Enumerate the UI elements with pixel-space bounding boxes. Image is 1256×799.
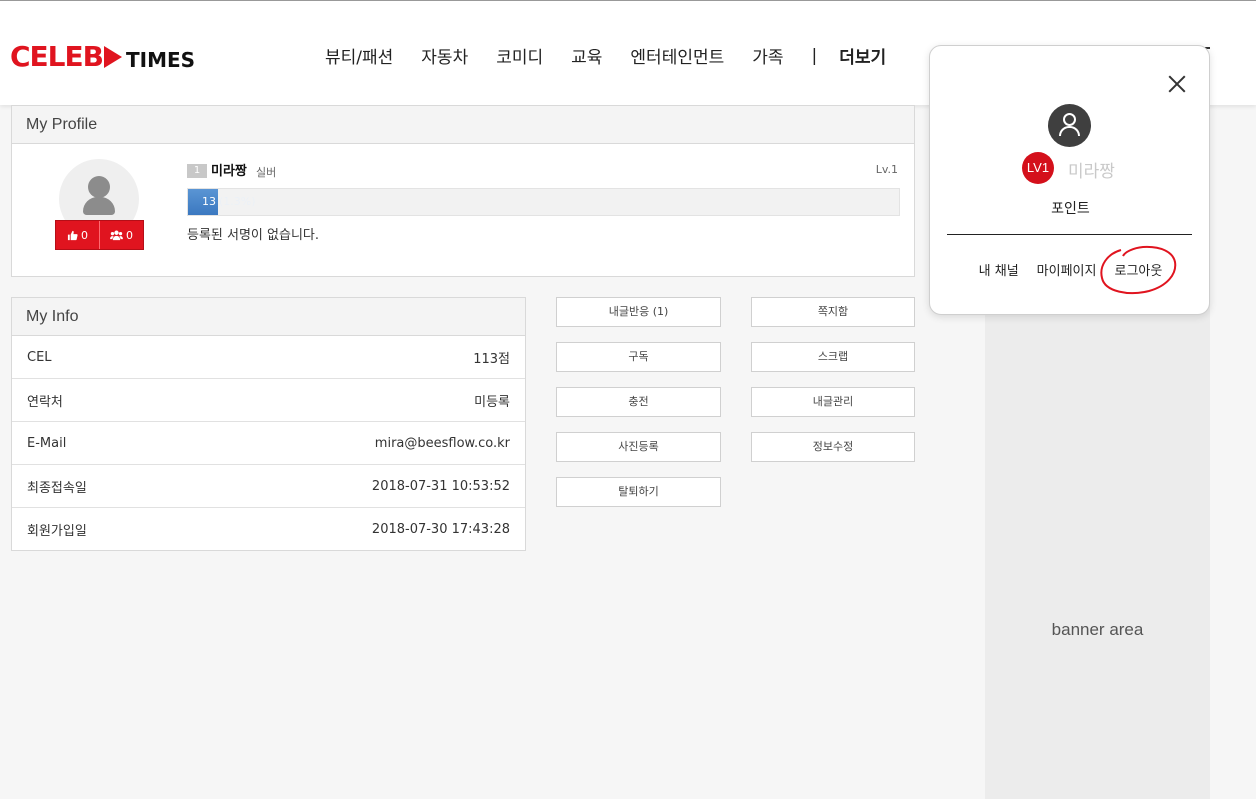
info-value: 113점 — [473, 351, 510, 367]
info-label: E-Mail — [27, 435, 67, 451]
photo-register-button[interactable]: 사진등록 — [556, 432, 721, 462]
edit-info-button[interactable]: 정보수정 — [751, 432, 915, 462]
my-channel-link[interactable]: 내 채널 — [979, 260, 1019, 279]
info-label: 회원가입일 — [27, 524, 87, 539]
nav-car[interactable]: 자동차 — [421, 43, 468, 68]
popup-divider — [947, 234, 1192, 235]
play-icon — [104, 46, 122, 68]
logo-times-text: TIMES — [126, 48, 196, 72]
like-friend-counter: 0 0 — [55, 220, 144, 250]
info-label: CEL — [27, 349, 52, 365]
exp-progress-value: 13 — [202, 195, 216, 208]
user-menu-popup: LV1 미라짱 포인트 내 채널 마이페이지 로그아웃 — [929, 45, 1210, 315]
main-nav: 뷰티/패션 자동차 코미디 교육 엔터테인먼트 가족 | 더보기 — [325, 43, 914, 69]
info-panel-title: My Info — [12, 298, 525, 336]
exp-progress-text: 13 (1.3%) — [202, 189, 256, 215]
scrap-button[interactable]: 스크랩 — [751, 342, 915, 372]
popup-level-badge: LV1 — [1022, 152, 1054, 184]
info-label: 연락처 — [27, 394, 63, 410]
close-icon[interactable] — [1167, 74, 1187, 94]
site-logo[interactable]: CELEB TIMES — [10, 40, 196, 73]
red-annotation-circle — [1100, 245, 1177, 295]
like-count: 0 — [81, 228, 88, 242]
info-value: 2018-07-31 10:53:52 — [371, 478, 510, 494]
like-counter[interactable]: 0 — [56, 221, 100, 249]
level-badge: 1 — [187, 164, 207, 178]
profile-grade: 실버 — [256, 166, 277, 179]
popup-nickname: 미라짱 — [1068, 162, 1115, 182]
info-value: mira@beesflow.co.kr — [374, 435, 510, 451]
nav-beauty-fashion[interactable]: 뷰티/패션 — [325, 43, 393, 68]
charge-button[interactable]: 충전 — [556, 387, 721, 417]
info-label: 최종접속일 — [27, 480, 87, 496]
nav-more[interactable]: 더보기 — [839, 43, 886, 68]
comment-reaction-button[interactable]: 내글반응 (1) — [556, 297, 721, 327]
nav-separator: | — [811, 45, 818, 66]
profile-panel-title: My Profile — [12, 106, 914, 144]
popup-avatar — [1048, 104, 1091, 147]
message-box-button[interactable]: 쪽지함 — [751, 297, 915, 327]
profile-level: Lv.1 — [875, 163, 898, 176]
info-row-contact: 연락처 미등록 — [12, 379, 525, 422]
info-value: 미등록 — [474, 394, 510, 410]
my-info-panel: My Info CEL 113점 연락처 미등록 E-Mail mira@beesfl… — [11, 297, 526, 551]
profile-nickname: 미라짱 — [211, 164, 247, 179]
nav-education[interactable]: 교육 — [571, 43, 602, 68]
users-icon — [110, 230, 123, 240]
exp-progress-bar: 13 (1.3%) — [187, 188, 900, 216]
thumbs-up-icon — [67, 230, 78, 240]
avatar-head-icon — [88, 176, 110, 198]
banner-text: banner area — [1051, 620, 1144, 639]
nav-entertainment[interactable]: 엔터테인먼트 — [630, 43, 724, 68]
nav-family[interactable]: 가족 — [752, 43, 783, 68]
withdraw-button[interactable]: 탈퇴하기 — [556, 477, 721, 507]
logo-celeb-text: CELEB — [10, 40, 104, 73]
profile-signature: 등록된 서명이 없습니다. — [187, 228, 319, 243]
info-row-last-login: 최종접속일 2018-07-31 10:53:52 — [12, 465, 525, 508]
subscribe-button[interactable]: 구독 — [556, 342, 721, 372]
exp-progress-percent: (1.3%) — [219, 195, 256, 208]
friend-counter[interactable]: 0 — [100, 221, 143, 249]
popup-point[interactable]: 포인트 — [930, 198, 1211, 218]
my-profile-panel: My Profile 0 0 1 미라짱 실버 Lv.1 13 (1.3%) 등록… — [11, 105, 915, 277]
user-head-icon — [1063, 113, 1076, 126]
friend-count: 0 — [126, 228, 133, 242]
info-value: 2018-07-30 17:43:28 — [371, 522, 510, 537]
post-manage-button[interactable]: 내글관리 — [751, 387, 915, 417]
nav-comedy[interactable]: 코미디 — [496, 43, 543, 68]
info-row-email: E-Mail mira@beesflow.co.kr — [12, 422, 525, 465]
info-row-joined: 회원가입일 2018-07-30 17:43:28 — [12, 508, 525, 551]
avatar-body-icon — [83, 197, 115, 215]
mypage-link[interactable]: 마이페이지 — [1037, 260, 1097, 279]
info-row-cel: CEL 113점 — [12, 336, 525, 379]
user-body-icon — [1059, 126, 1080, 136]
